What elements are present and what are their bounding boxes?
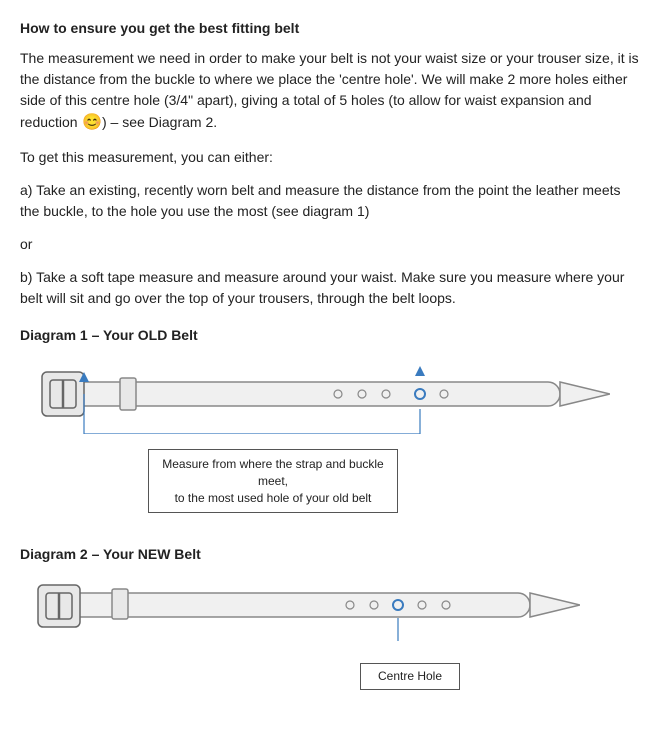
or-text: or	[20, 234, 643, 255]
option-a: a) Take an existing, recently worn belt …	[20, 180, 643, 222]
option-b: b) Take a soft tape measure and measure …	[20, 267, 643, 309]
diagram2-title: Diagram 2 – Your NEW Belt	[20, 544, 643, 565]
diagram2-container: Centre Hole	[20, 573, 643, 703]
instruction-lead: To get this measurement, you can either:	[20, 147, 643, 168]
intro-suffix: ) – see Diagram 2.	[102, 114, 217, 130]
intro-paragraph: The measurement we need in order to make…	[20, 48, 643, 135]
diagram2-belt-svg	[20, 573, 580, 643]
diagram1-belt-svg	[20, 354, 610, 434]
callout1-line1: Measure from where the strap and buckle …	[162, 457, 383, 488]
diagram2-callout: Centre Hole	[360, 663, 460, 690]
diagram1-container: Measure from where the strap and buckle …	[20, 354, 643, 514]
diagram1-callout: Measure from where the strap and buckle …	[148, 449, 398, 513]
diagram1-title: Diagram 1 – Your OLD Belt	[20, 325, 643, 346]
smiley-icon: 😊	[78, 114, 102, 131]
diagram1-section: Diagram 1 – Your OLD Belt	[20, 325, 643, 514]
callout1-line2: to the most used hole of your old belt	[175, 491, 372, 505]
diagram2-section: Diagram 2 – Your NEW Belt Centre Ho	[20, 544, 643, 703]
callout2-label: Centre Hole	[378, 669, 442, 683]
page-title: How to ensure you get the best fitting b…	[20, 20, 643, 36]
